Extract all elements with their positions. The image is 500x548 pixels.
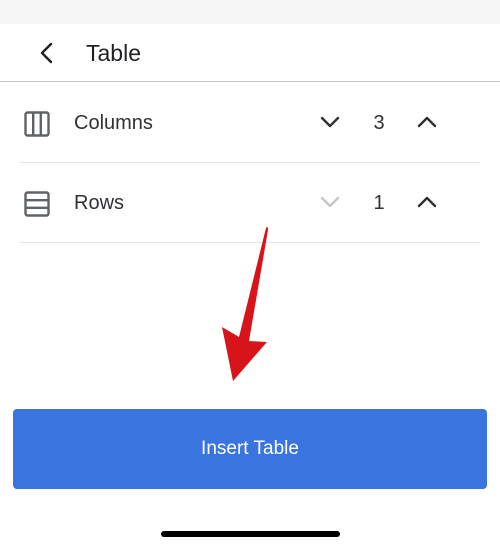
page-title: Table — [86, 40, 141, 66]
insert-table-button[interactable]: Insert Table — [13, 409, 487, 489]
columns-value: 3 — [373, 112, 385, 134]
top-strip — [0, 0, 500, 24]
rows-decrement-button[interactable] — [315, 187, 345, 217]
rows-label: Rows — [74, 192, 125, 214]
rows-increment-button[interactable] — [412, 187, 442, 217]
columns-increment-button[interactable] — [412, 107, 442, 137]
chevron-down-icon — [320, 196, 340, 208]
annotation-arrow-icon — [222, 226, 268, 381]
back-button[interactable] — [28, 36, 66, 70]
back-arrow-icon — [40, 42, 53, 64]
columns-label: Columns — [74, 112, 153, 134]
columns-decrement-button[interactable] — [315, 107, 345, 137]
chevron-down-icon — [320, 116, 340, 128]
chevron-up-icon — [417, 196, 437, 208]
rows-value: 1 — [373, 192, 385, 214]
columns-icon — [24, 111, 50, 137]
chevron-up-icon — [417, 116, 437, 128]
header-bar: Table — [0, 24, 500, 82]
columns-row: Columns 3 — [0, 83, 500, 163]
home-indicator — [161, 531, 340, 537]
rows-icon — [24, 191, 50, 217]
